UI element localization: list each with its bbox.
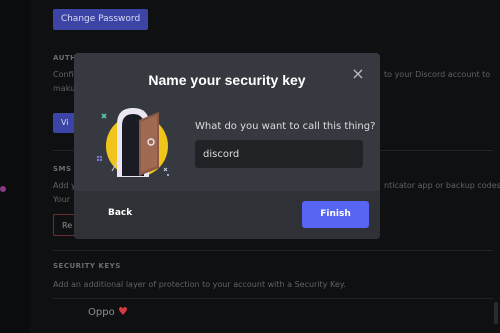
change-password-button[interactable]: Change Password	[53, 9, 148, 30]
key-name-question: What do you want to call this thing?	[195, 121, 376, 132]
sms-text-line1-right: nticator app or backup codes	[384, 181, 500, 190]
left-sidebar-edge	[0, 0, 30, 333]
auth-text-line2: maku	[53, 84, 76, 93]
security-keys-description: Add an additional layer of protection to…	[53, 280, 346, 289]
back-button[interactable]: Back	[108, 208, 132, 218]
status-dot	[0, 186, 6, 192]
finish-button[interactable]: Finish	[302, 201, 369, 228]
heart-icon: ♥	[118, 305, 128, 318]
security-key-name-input[interactable]	[195, 140, 363, 168]
key-row-action[interactable]	[494, 302, 498, 324]
modal-title: Name your security key	[148, 72, 306, 88]
security-keys-title: SECURITY KEYS	[53, 262, 121, 270]
close-icon[interactable]: ×	[351, 66, 365, 82]
sms-text-line2: Your	[53, 195, 71, 204]
view-backup-codes-button[interactable]: Vi	[53, 113, 75, 133]
security-door-illustration	[96, 108, 169, 177]
auth-text-line1-right: to your Discord account to	[384, 70, 491, 79]
security-key-name: Oppo	[88, 307, 115, 318]
section-divider	[53, 250, 493, 251]
auth-text-line1: Confi	[53, 70, 74, 79]
sms-section-title: SMS	[53, 165, 72, 173]
auth-section-title: AUTH	[53, 54, 77, 62]
sms-text-line1: Add y	[53, 181, 76, 190]
remove-2fa-button[interactable]: Re	[53, 214, 75, 236]
